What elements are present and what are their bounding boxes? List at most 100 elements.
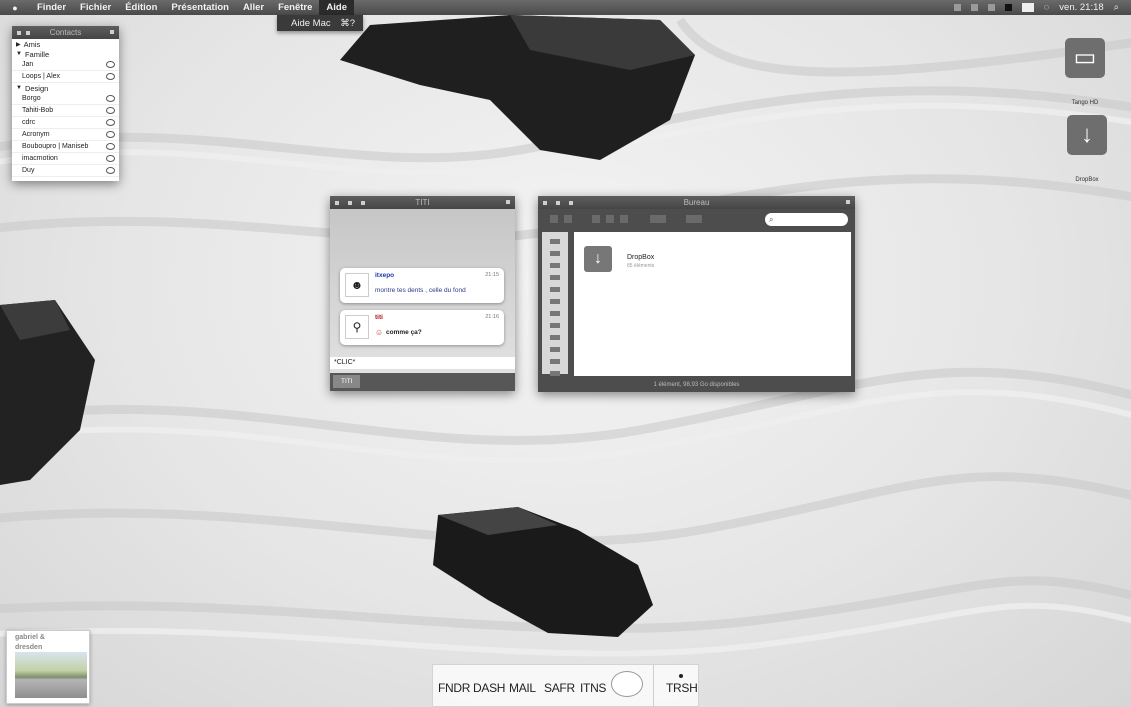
contacts-titlebar[interactable]: Contacts xyxy=(12,26,119,39)
dock: FNDR DASH MAIL SAFR ITNS TRSH xyxy=(432,664,699,707)
dock-item-safari[interactable]: SAFR xyxy=(544,681,575,695)
contact-row[interactable]: Bouboupro | Maniseb xyxy=(12,141,119,153)
status-icon-3[interactable] xyxy=(987,4,995,11)
view-icons-icon[interactable] xyxy=(592,215,600,223)
group-amis[interactable]: ▶ Amis xyxy=(12,39,119,49)
forward-icon[interactable] xyxy=(564,215,572,223)
menu-fichier[interactable]: Fichier xyxy=(73,0,118,15)
group-design[interactable]: ▼ Design xyxy=(12,83,119,93)
contact-row[interactable]: cdrc xyxy=(12,117,119,129)
sidebar-item-icon[interactable] xyxy=(550,359,560,364)
dock-item-dashboard[interactable]: DASH xyxy=(473,681,505,695)
chat-tab-bar: TITI xyxy=(330,373,515,391)
hd-label: Tango HD xyxy=(1071,100,1099,106)
menu-finder[interactable]: Finder xyxy=(30,0,73,15)
menu-clock[interactable]: ven. 21:18 xyxy=(1059,2,1103,13)
sidebar-item-icon[interactable] xyxy=(550,263,560,268)
menu-fenetre[interactable]: Fenêtre xyxy=(271,0,319,15)
menu-edition[interactable]: Édition xyxy=(118,0,164,15)
toolbar-toggle-icon[interactable] xyxy=(846,200,850,204)
album-title-1: gabriel & xyxy=(15,634,45,641)
smiley-icon: ☺ xyxy=(375,328,384,337)
chat-bubble-icon[interactable] xyxy=(106,95,115,102)
contact-row[interactable]: Jan xyxy=(12,59,119,71)
contact-row[interactable]: Loops | Alex xyxy=(12,71,119,83)
sidebar-item-icon[interactable] xyxy=(550,335,560,340)
contact-row[interactable]: Acronym xyxy=(12,129,119,141)
view-columns-icon[interactable] xyxy=(620,215,628,223)
help-menu-item-aide-mac[interactable]: Aide Mac xyxy=(291,18,331,29)
status-icon-4[interactable] xyxy=(1004,4,1012,11)
desktop-dropbox-icon[interactable]: ↓ DropBox xyxy=(1062,115,1112,183)
disclosure-open-icon[interactable]: ▼ xyxy=(16,51,22,57)
contact-row[interactable]: Tahiti-Bob xyxy=(12,105,119,117)
sidebar-item-icon[interactable] xyxy=(550,323,560,328)
chat-window: TITI ☻ itxepo 21:15 montre tes dents , c… xyxy=(330,196,515,391)
chat-bubble-icon[interactable] xyxy=(106,61,115,68)
folder-name[interactable]: DropBox xyxy=(627,254,654,261)
zoom-dot-icon[interactable] xyxy=(110,30,114,34)
chat-bubble-icon[interactable] xyxy=(106,119,115,126)
chat-bubble-icon[interactable] xyxy=(106,73,115,80)
sidebar-item-icon[interactable] xyxy=(550,299,560,304)
running-indicator-icon xyxy=(679,674,683,678)
album-art-widget[interactable]: gabriel & dresden xyxy=(6,630,90,704)
group-famille[interactable]: ▼ Famille xyxy=(12,49,119,59)
menu-presentation[interactable]: Présentation xyxy=(164,0,236,15)
collapse-dot-icon[interactable] xyxy=(506,200,510,204)
contact-row[interactable]: Duy xyxy=(12,165,119,177)
dock-item-trash[interactable]: TRSH xyxy=(666,681,698,695)
disclosure-open-icon[interactable]: ▼ xyxy=(16,85,22,91)
search-status-icon[interactable]: ◌ xyxy=(1044,2,1050,13)
disclosure-closed-icon[interactable]: ▶ xyxy=(16,41,21,48)
action-gear-icon[interactable] xyxy=(686,215,702,223)
desktop-hd-icon[interactable]: ▭ Tango HD xyxy=(1062,38,1108,106)
chat-bubble-icon[interactable] xyxy=(106,167,115,174)
status-icon-2[interactable] xyxy=(970,4,978,11)
group-name: Famille xyxy=(24,49,50,59)
back-icon[interactable] xyxy=(550,215,558,223)
dock-item-finder[interactable]: FNDR xyxy=(438,681,470,695)
buddy-avatar-icon: ☻ xyxy=(345,273,369,297)
chat-tab-titi[interactable]: TITI xyxy=(333,375,360,388)
sidebar-item-icon[interactable] xyxy=(550,371,560,376)
dock-item-mail[interactable]: MAIL xyxy=(509,681,536,695)
chat-bubble-icon[interactable] xyxy=(106,107,115,114)
arrange-icon[interactable] xyxy=(650,215,666,223)
chat-message: ⚲ titi 21:16 comme ça? ☺ xyxy=(340,310,504,345)
menu-extras: ◌ ven. 21:18 ⌕ xyxy=(953,0,1131,15)
dock-item-itunes[interactable]: ITNS xyxy=(580,681,606,695)
battery-icon[interactable] xyxy=(1021,3,1034,12)
contact-row[interactable]: imacmotion xyxy=(12,153,119,165)
cloud-icon[interactable] xyxy=(611,671,643,697)
sidebar-item-icon[interactable] xyxy=(550,239,560,244)
finder-sidebar xyxy=(542,232,568,376)
finder-titlebar[interactable]: Bureau xyxy=(538,196,855,209)
sidebar-item-icon[interactable] xyxy=(550,287,560,292)
contact-name: Bouboupro | Maniseb xyxy=(22,143,89,150)
spotlight-icon[interactable]: ⌕ xyxy=(1114,2,1119,13)
chat-bubble-icon[interactable] xyxy=(106,131,115,138)
chat-bubble-icon[interactable] xyxy=(106,143,115,150)
dropbox-folder-icon[interactable]: ↓ xyxy=(584,246,612,272)
sidebar-item-icon[interactable] xyxy=(550,275,560,280)
menu-aide[interactable]: Aide xyxy=(319,0,354,15)
sidebar-item-icon[interactable] xyxy=(550,251,560,256)
menu-aller[interactable]: Aller xyxy=(236,0,271,15)
apple-menu-icon[interactable]: ● xyxy=(0,3,30,13)
search-field[interactable]: ⌕ xyxy=(765,213,848,226)
download-box-icon: ↓ xyxy=(1067,115,1107,155)
sidebar-item-icon[interactable] xyxy=(550,311,560,316)
chat-input-field[interactable]: *CLIC* xyxy=(330,357,515,369)
contacts-title: Contacts xyxy=(49,28,82,37)
chat-titlebar[interactable]: TITI xyxy=(330,196,515,209)
help-menu-dropdown[interactable]: Aide Mac ⌘? xyxy=(277,15,363,31)
contact-name: imacmotion xyxy=(22,155,58,162)
chat-bubble-icon[interactable] xyxy=(106,155,115,162)
contact-row[interactable]: Borgo xyxy=(12,93,119,105)
dropbox-label: DropBox xyxy=(1075,177,1099,183)
status-icon-1[interactable] xyxy=(953,4,961,11)
sidebar-item-icon[interactable] xyxy=(550,347,560,352)
folder-item-count: 85 éléments xyxy=(627,263,655,269)
view-list-icon[interactable] xyxy=(606,215,614,223)
